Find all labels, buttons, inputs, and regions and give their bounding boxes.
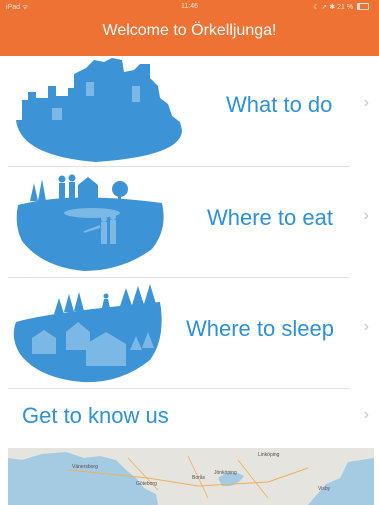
menu-label: Where to eat	[207, 205, 333, 230]
ruins-illustration-icon	[16, 58, 182, 162]
chevron-right-icon: ›	[363, 94, 369, 111]
map-town-label: Visby	[318, 486, 331, 492]
menu-label: Where to sleep	[186, 316, 334, 341]
chevron-right-icon: ›	[363, 207, 369, 224]
menu-label: Get to know us	[22, 403, 169, 428]
map-land-shape	[8, 448, 374, 505]
picnic-hill-illustration-icon	[16, 174, 164, 271]
status-bar: iPad ᯤ 11:46 ☾ ➚ ✱ 21 %	[0, 0, 379, 14]
menu-item-get-to-know-us[interactable]: Get to know us ›	[0, 389, 379, 447]
map-preview[interactable]: Vänersborg Göteborg Borås Jönköping Link…	[8, 448, 374, 505]
map-town-label: Borås	[192, 475, 206, 481]
app-header: Welcome to Örkelljunga!	[0, 14, 379, 56]
menu-item-where-to-sleep[interactable]: Where to sleep ›	[0, 278, 379, 388]
chevron-right-icon: ›	[363, 318, 369, 335]
status-indicators-text: ☾ ➚ ✱ 21 %	[313, 4, 354, 11]
map-town-label: Jönköping	[214, 470, 237, 476]
chevron-right-icon: ›	[363, 406, 369, 423]
battery-icon	[357, 3, 369, 10]
map-town-label: Linköping	[258, 452, 280, 458]
page-title: Welcome to Örkelljunga!	[102, 22, 277, 39]
menu-item-what-to-do[interactable]: What to do ›	[0, 56, 379, 166]
status-indicators: ☾ ➚ ✱ 21 %	[313, 3, 369, 11]
menu-label: What to do	[226, 92, 333, 117]
menu-item-where-to-eat[interactable]: Where to eat ›	[0, 167, 379, 277]
map-town-label: Göteborg	[136, 481, 157, 487]
cabins-forest-illustration-icon	[13, 284, 162, 383]
map-town-label: Vänersborg	[72, 464, 98, 470]
